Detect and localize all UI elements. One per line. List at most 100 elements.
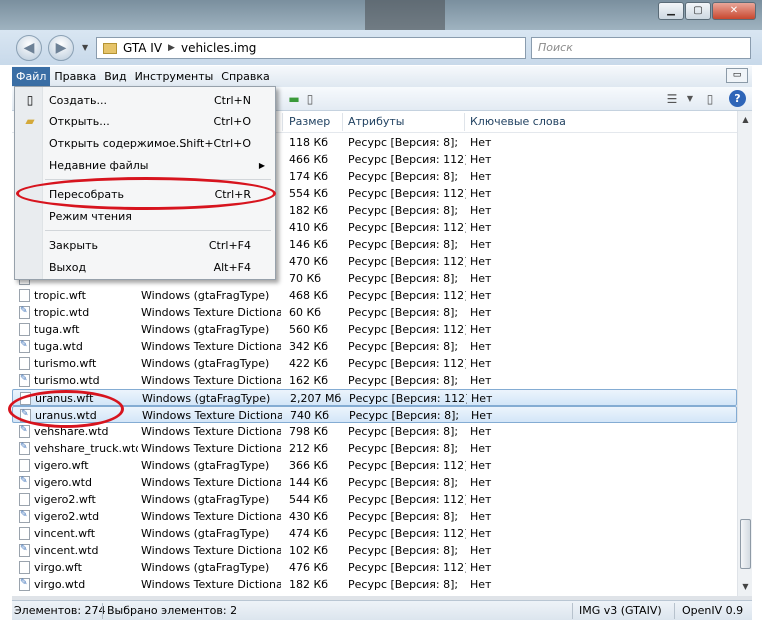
breadcrumb-gta-iv[interactable]: GTA IV xyxy=(123,41,162,55)
menu-view[interactable]: Вид xyxy=(100,67,130,86)
file-icon xyxy=(20,392,31,405)
table-row[interactable]: virgo.wft Windows (gtaFragType) 476 Кб Ресу… xyxy=(12,559,737,576)
file-name: vigero2.wft xyxy=(34,493,96,506)
status-selected-count: Выбрано элементов: 2 xyxy=(107,604,238,617)
file-attributes: Ресурс [Версия: 8]; xyxy=(348,425,459,438)
file-keywords: Нет xyxy=(470,136,492,149)
maximize-button[interactable]: ▢ xyxy=(685,2,711,20)
scroll-up-icon[interactable]: ▲ xyxy=(739,113,752,127)
file-name: vigero2.wtd xyxy=(34,510,100,523)
file-type: Windows Texture Dictionary xyxy=(141,306,281,319)
table-row[interactable]: vehshare_truck.wtdWindows Texture Dictio… xyxy=(12,439,737,457)
scroll-thumb[interactable] xyxy=(740,519,751,569)
vertical-scrollbar[interactable]: ▲ ▼ xyxy=(737,111,752,596)
menu-item-exit[interactable]: Выход Alt+F4 xyxy=(17,257,273,278)
menu-item-open[interactable]: ▰ Открыть... Ctrl+O xyxy=(17,111,273,132)
column-divider[interactable] xyxy=(464,113,465,131)
file-type: Windows (gtaFragType) xyxy=(141,357,270,370)
view-mode-icon[interactable]: ☰ xyxy=(664,91,680,107)
breadcrumb-vehicles-img[interactable]: vehicles.img xyxy=(181,41,256,55)
file-keywords: Нет xyxy=(470,323,492,336)
minimize-button[interactable]: ▁ xyxy=(658,2,684,20)
menu-item-shortcut: Shift+Ctrl+O xyxy=(179,137,251,150)
address-bar[interactable]: GTA IV ▶ vehicles.img xyxy=(96,37,526,59)
file-attributes: Ресурс [Версия: 8]; xyxy=(348,272,459,285)
table-row[interactable]: vehshare.wtd Windows Texture Dictionary 79… xyxy=(12,422,737,440)
table-row[interactable]: tropic.wft Windows (gtaFragType) 468 Кб Рес… xyxy=(12,287,737,304)
menu-item-read-mode[interactable]: Режим чтения xyxy=(17,206,273,227)
menu-edit[interactable]: Правка xyxy=(50,67,100,86)
file-size: 430 Кб xyxy=(289,510,329,523)
view-dropdown-icon[interactable]: ▼ xyxy=(682,91,698,107)
column-size[interactable]: Размер xyxy=(289,115,330,128)
restore-pane-icon[interactable]: ▭ xyxy=(726,68,748,83)
scroll-down-icon[interactable]: ▼ xyxy=(739,580,752,594)
menu-help[interactable]: Справка xyxy=(217,67,273,86)
table-row[interactable]: tuga.wtd Windows Texture Dictionary 342 Кб… xyxy=(12,337,737,355)
file-keywords: Нет xyxy=(470,340,492,353)
table-row[interactable]: uranus.wtd Windows Texture Dictionary 740 … xyxy=(12,406,737,423)
table-row[interactable]: turismo.wft Windows (gtaFragType) 422 Кб Ре… xyxy=(12,355,737,372)
file-size: 162 Кб xyxy=(289,374,329,387)
file-size: 476 Кб xyxy=(289,561,329,574)
table-row[interactable]: uranus.wft Windows (gtaFragType) 2,207 Мб Р… xyxy=(12,389,737,406)
menu-item-rebuild[interactable]: Пересобрать Ctrl+R xyxy=(17,184,273,205)
close-button[interactable]: ✕ xyxy=(712,2,756,20)
column-keywords[interactable]: Ключевые слова xyxy=(470,115,566,128)
table-row[interactable]: vigero2.wtd Windows Texture Dictionary 430… xyxy=(12,507,737,525)
table-row[interactable]: tropic.wtd Windows Texture Dictionary 60 К… xyxy=(12,303,737,321)
help-icon[interactable]: ? xyxy=(729,90,746,107)
table-row[interactable]: vigero.wft Windows (gtaFragType) 366 Кб Рес… xyxy=(12,457,737,474)
document-icon[interactable]: ▯ xyxy=(302,91,318,107)
file-attributes: Ресурс [Версия: 8]; xyxy=(348,442,459,455)
menu-separator xyxy=(45,230,271,231)
title-bar: ▁ ▢ ✕ xyxy=(0,0,762,30)
address-toolbar: ◀ ▶ ▼ GTA IV ▶ vehicles.img Поиск xyxy=(0,30,762,65)
new-document-icon: ▯ xyxy=(26,93,34,107)
file-size: 470 Кб xyxy=(289,255,329,268)
file-icon xyxy=(19,493,30,506)
file-keywords: Нет xyxy=(470,442,492,455)
preview-pane-icon[interactable]: ▯ xyxy=(702,91,718,107)
file-keywords: Нет xyxy=(470,476,492,489)
menu-item-label: Режим чтения xyxy=(49,210,132,223)
file-type: Windows (gtaFragType) xyxy=(141,323,270,336)
column-divider[interactable] xyxy=(342,113,343,131)
file-keywords: Нет xyxy=(470,374,492,387)
menu-item-new[interactable]: ▯ Создать... Ctrl+N xyxy=(17,90,273,111)
menu-file[interactable]: Файл xyxy=(12,67,51,86)
menu-item-label: Открыть содержимое... xyxy=(49,137,187,150)
menu-item-recent-files[interactable]: Недавние файлы ▶ xyxy=(17,155,273,176)
search-input[interactable]: Поиск xyxy=(531,37,751,59)
back-button[interactable]: ◀ xyxy=(16,35,42,61)
menu-item-open-contents[interactable]: Открыть содержимое... Shift+Ctrl+O xyxy=(17,133,273,154)
column-divider[interactable] xyxy=(282,113,283,131)
table-row[interactable]: turismo.wtd Windows Texture Dictionary 162… xyxy=(12,371,737,389)
table-row[interactable]: vincent.wtd Windows Texture Dictionary 102… xyxy=(12,541,737,559)
open-folder-icon: ▰ xyxy=(25,114,35,128)
history-dropdown-icon[interactable]: ▼ xyxy=(82,43,88,52)
add-icon[interactable]: ▬ xyxy=(286,91,302,107)
menu-bar: Файл Правка Вид Инструменты Справка ▭ xyxy=(12,66,752,87)
forward-button[interactable]: ▶ xyxy=(48,35,74,61)
menu-tools[interactable]: Инструменты xyxy=(131,67,218,86)
texture-file-icon xyxy=(19,371,30,388)
file-attributes: Ресурс [Версия: 8]; xyxy=(348,306,459,319)
file-type: Windows (gtaFragType) xyxy=(141,561,270,574)
column-attributes[interactable]: Атрибуты xyxy=(348,115,404,128)
table-row[interactable]: vigero2.wft Windows (gtaFragType) 544 Кб Ре… xyxy=(12,491,737,508)
table-row[interactable]: virgo.wtd Windows Texture Dictionary 182 К… xyxy=(12,575,737,593)
table-row[interactable]: vincent.wft Windows (gtaFragType) 474 Кб Ре… xyxy=(12,525,737,542)
file-attributes: Ресурс [Версия: 8]; xyxy=(349,409,460,422)
table-row[interactable]: tuga.wft Windows (gtaFragType) 560 Кб Ресур… xyxy=(12,321,737,338)
file-name: uranus.wtd xyxy=(35,409,97,422)
menu-item-label: Недавние файлы xyxy=(49,159,149,172)
file-size: 182 Кб xyxy=(289,204,329,217)
table-row[interactable]: vigero.wtd Windows Texture Dictionary 144 … xyxy=(12,473,737,491)
menu-item-close[interactable]: Закрыть Ctrl+F4 xyxy=(17,235,273,256)
file-keywords: Нет xyxy=(470,578,492,591)
file-attributes: Ресурс [Версия: 112]; xyxy=(348,561,466,574)
file-name: tropic.wtd xyxy=(34,306,90,319)
status-bar: Элементов: 274 Выбрано элементов: 2 IMG … xyxy=(12,600,752,620)
file-size: 146 Кб xyxy=(289,238,329,251)
